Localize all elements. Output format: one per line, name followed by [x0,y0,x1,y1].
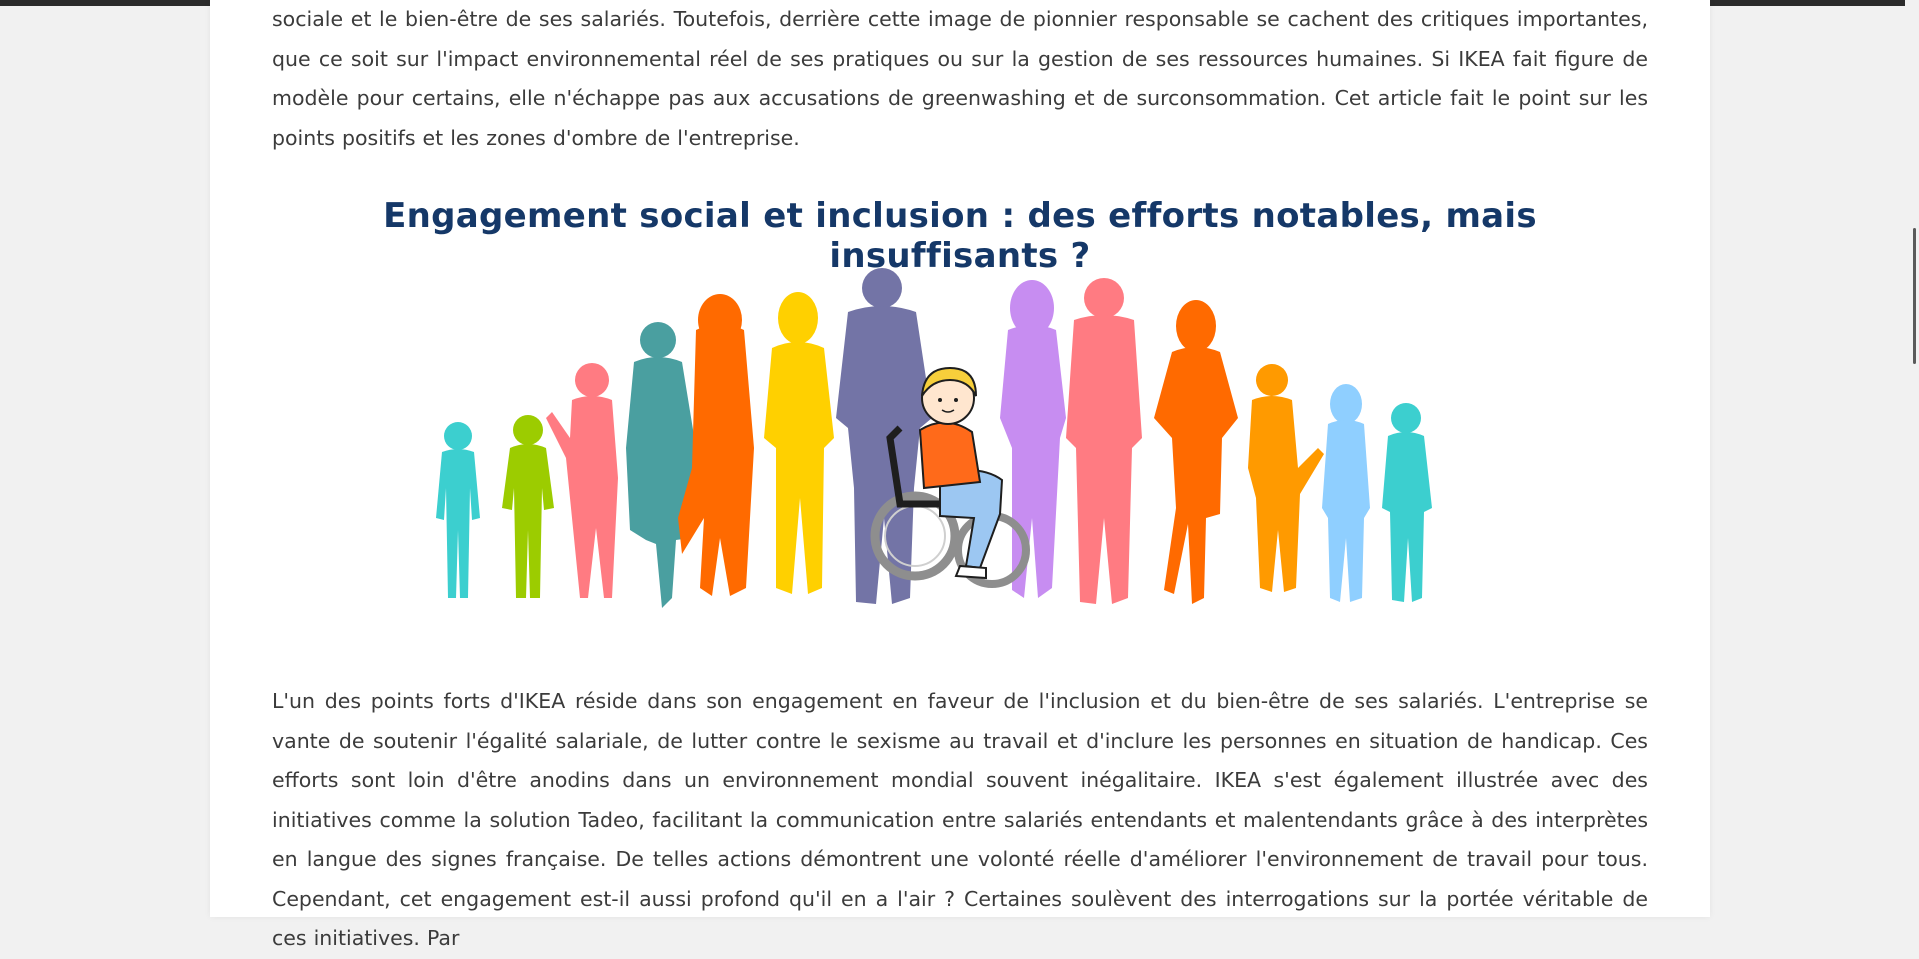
silhouette-child-lightblue [1322,384,1370,602]
silhouette-woman-orange-right [1154,300,1238,604]
section-heading: Engagement social et inclusion : des eff… [383,196,1537,276]
silhouette-man-pink [1066,278,1142,604]
intro-paragraph: sociale et le bien-être de ses salariés.… [272,7,1648,150]
silhouette-woman-yellow [764,292,834,594]
silhouette-child-green [502,415,554,598]
body-paragraph: L'un des points forts d'IKEA réside dans… [272,689,1648,950]
silhouette-woman-teal [626,322,696,608]
silhouette-woman-lilac [1000,280,1066,598]
scrollbar-track[interactable] [1905,0,1919,917]
article-container: sociale et le bien-être de ses salariés.… [210,0,1710,950]
silhouette-child-turquoise [436,422,480,598]
silhouette-woman-pink [546,363,618,598]
silhouette-child-turquoise-right [1382,403,1432,602]
diversity-people-illustration [436,268,1432,608]
scrollbar-thumb[interactable] [1913,228,1916,364]
silhouette-girl-orange [1248,364,1324,592]
